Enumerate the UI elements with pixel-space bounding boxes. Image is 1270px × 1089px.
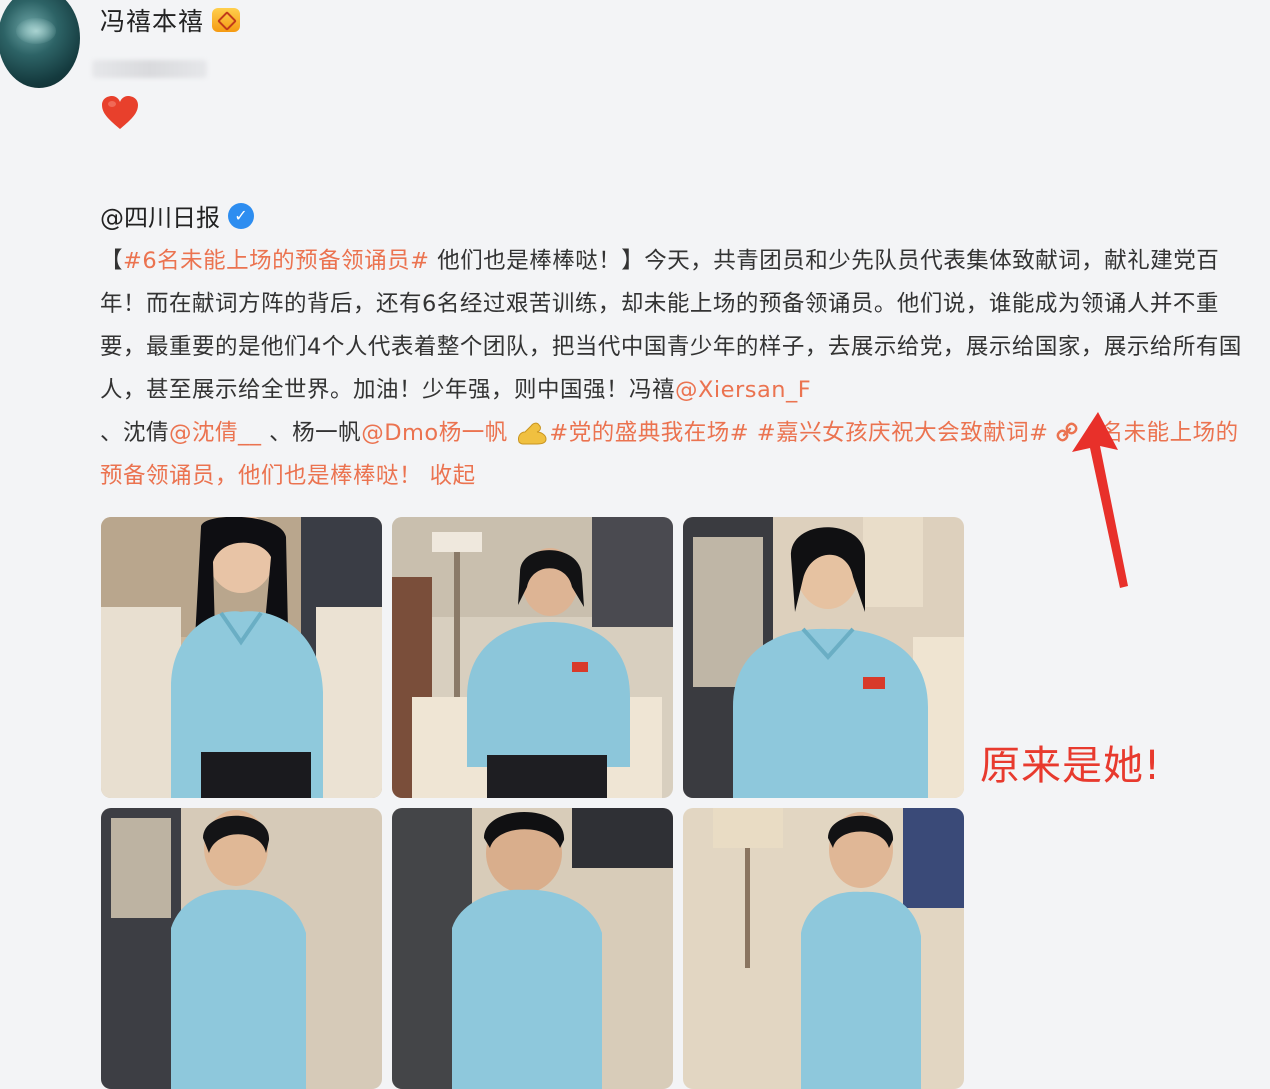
mention-dmo[interactable]: @Dmo杨一帆 bbox=[361, 420, 508, 446]
hashtag-headline[interactable]: #6名未能上场的预备领诵员# bbox=[123, 248, 430, 274]
hashtag-party-event[interactable]: #党的盛典我在场# bbox=[549, 420, 749, 446]
user-avatar[interactable] bbox=[0, 0, 80, 88]
photo-1[interactable] bbox=[101, 517, 382, 798]
photo-5[interactable] bbox=[392, 808, 673, 1089]
blurred-timestamp bbox=[92, 60, 207, 78]
collapse-button[interactable]: 收起 bbox=[430, 463, 476, 489]
body-separator-1: 、沈倩 bbox=[100, 420, 170, 446]
heart-icon[interactable] bbox=[100, 95, 140, 131]
verified-check-icon: ✓ bbox=[228, 202, 254, 229]
username[interactable]: 冯禧本禧 bbox=[100, 2, 204, 38]
open-bracket: 【 bbox=[100, 248, 124, 274]
body-separator-2: 、杨一帆 bbox=[261, 420, 362, 446]
photo-4[interactable] bbox=[101, 808, 382, 1089]
annotation-text: 原来是她! bbox=[980, 743, 1162, 789]
mention-xiersan[interactable]: @Xiersan_F bbox=[675, 377, 811, 403]
photo-6[interactable] bbox=[683, 808, 964, 1089]
red-arrow-icon bbox=[1072, 412, 1128, 588]
source-account-link[interactable]: @四川日报 bbox=[100, 198, 220, 233]
photo-3[interactable] bbox=[683, 517, 964, 798]
user-header: 冯禧本禧 bbox=[100, 2, 241, 38]
photo-2[interactable] bbox=[392, 517, 673, 798]
hashtag-jiaxing-girl[interactable]: #嘉兴女孩庆祝大会致献词# bbox=[757, 420, 1049, 446]
muscle-emoji-icon bbox=[518, 422, 547, 445]
vip-crown-icon bbox=[212, 8, 241, 32]
repost-source: @四川日报 ✓ bbox=[100, 198, 254, 233]
mention-shenqian[interactable]: @沈倩__ bbox=[169, 420, 262, 446]
